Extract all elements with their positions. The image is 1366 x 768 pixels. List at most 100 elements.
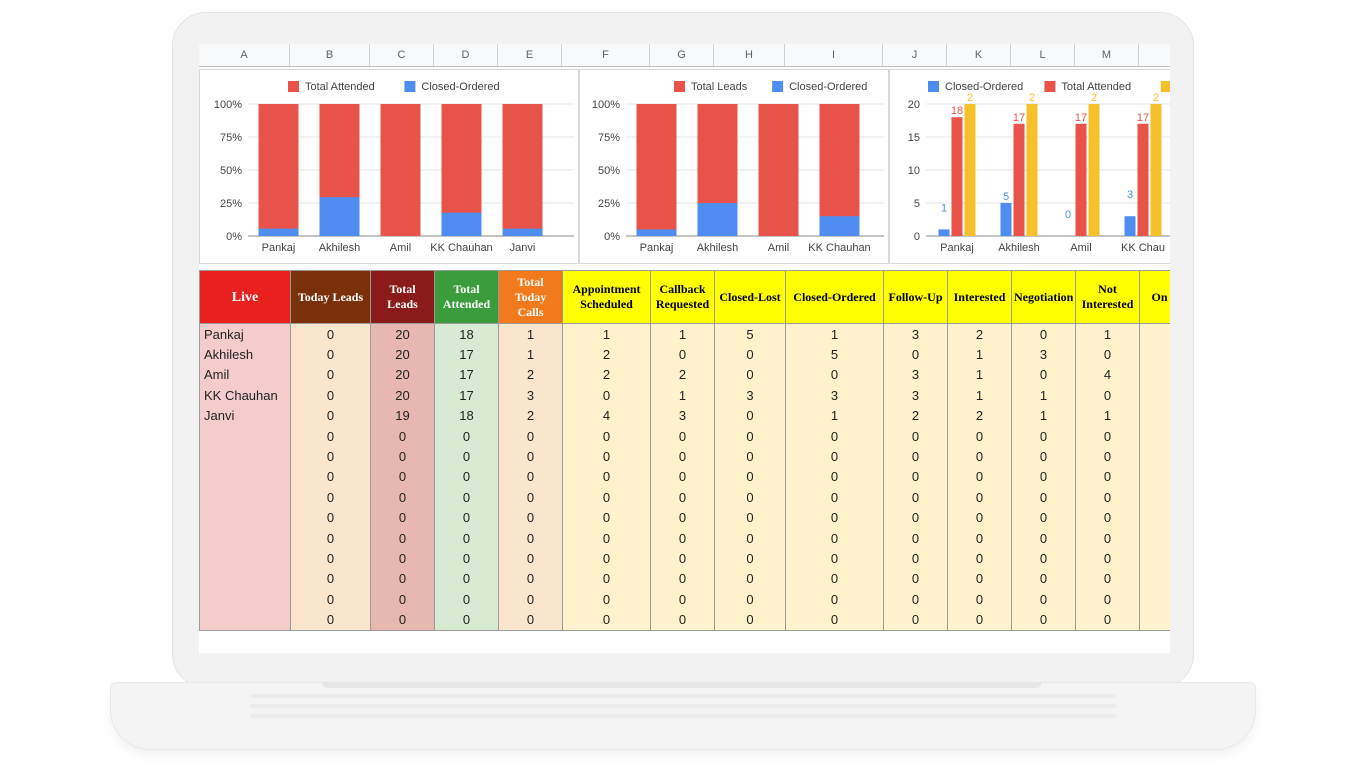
cell-value[interactable]: 1 — [498, 344, 563, 365]
cell-value[interactable]: 1 — [947, 364, 1012, 386]
cell-value[interactable]: 0 — [714, 568, 786, 590]
cell-value[interactable]: 0 — [290, 466, 371, 488]
cell-value[interactable]: 5 — [714, 323, 786, 345]
cell-value[interactable]: 0 — [1075, 487, 1140, 508]
cell-value[interactable]: 0 — [785, 487, 884, 508]
cell-value[interactable]: 18 — [434, 405, 499, 426]
cell-value[interactable]: 2 — [947, 323, 1012, 345]
cell-name[interactable] — [199, 548, 291, 569]
cell-value[interactable]: 0 — [714, 507, 786, 528]
cell-value[interactable] — [1139, 609, 1170, 631]
column-letter[interactable]: D — [434, 44, 498, 66]
header-negotiation[interactable]: Negotiation — [1011, 270, 1076, 324]
column-letter[interactable] — [1139, 44, 1170, 66]
cell-value[interactable]: 0 — [562, 385, 651, 406]
cell-value[interactable]: 1 — [1011, 385, 1076, 406]
cell-value[interactable]: 0 — [434, 548, 499, 569]
cell-value[interactable]: 0 — [1075, 589, 1140, 610]
cell-value[interactable]: 0 — [434, 589, 499, 610]
cell-value[interactable]: 1 — [650, 385, 715, 406]
cell-value[interactable]: 2 — [650, 364, 715, 386]
header-closed-ordered[interactable]: Closed-Ordered — [785, 270, 884, 324]
chart-counts[interactable]: Closed-OrderedTotal Attended220151050118… — [889, 69, 1170, 264]
cell-value[interactable]: 0 — [650, 507, 715, 528]
cell-value[interactable]: 0 — [290, 385, 371, 406]
cell-value[interactable]: 0 — [1011, 364, 1076, 386]
cell-value[interactable]: 2 — [883, 405, 948, 426]
cell-value[interactable]: 0 — [434, 568, 499, 590]
cell-value[interactable]: 0 — [785, 548, 884, 569]
cell-value[interactable]: 0 — [947, 425, 1012, 447]
cell-value[interactable] — [1139, 405, 1170, 426]
cell-value[interactable]: 4 — [562, 405, 651, 426]
cell-value[interactable]: 1 — [947, 385, 1012, 406]
cell-value[interactable]: 3 — [883, 364, 948, 386]
cell-value[interactable]: 0 — [947, 589, 1012, 610]
cell-value[interactable]: 1 — [785, 405, 884, 426]
cell-value[interactable]: 0 — [1011, 466, 1076, 488]
cell-value[interactable]: 0 — [1011, 487, 1076, 508]
column-letter[interactable]: F — [562, 44, 650, 66]
header-on[interactable]: On — [1139, 270, 1170, 324]
cell-value[interactable]: 0 — [434, 487, 499, 508]
cell-value[interactable]: 0 — [785, 568, 884, 590]
cell-value[interactable]: 0 — [883, 344, 948, 365]
cell-value[interactable] — [1139, 507, 1170, 528]
column-letter[interactable]: E — [498, 44, 562, 66]
cell-value[interactable]: 0 — [883, 466, 948, 488]
cell-value[interactable]: 0 — [434, 527, 499, 549]
cell-value[interactable]: 0 — [785, 527, 884, 549]
cell-value[interactable]: 0 — [1011, 446, 1076, 467]
cell-value[interactable]: 0 — [1011, 507, 1076, 528]
header-today-leads[interactable]: Today Leads — [290, 270, 371, 324]
cell-value[interactable]: 1 — [498, 323, 563, 345]
cell-value[interactable]: 0 — [562, 609, 651, 631]
cell-value[interactable]: 20 — [370, 344, 435, 365]
header-closed-lost[interactable]: Closed-Lost — [714, 270, 786, 324]
cell-value[interactable]: 2 — [498, 405, 563, 426]
cell-value[interactable]: 0 — [650, 589, 715, 610]
cell-value[interactable]: 0 — [370, 425, 435, 447]
cell-value[interactable]: 0 — [370, 466, 435, 488]
cell-value[interactable]: 18 — [434, 323, 499, 345]
column-letter[interactable]: H — [714, 44, 785, 66]
cell-value[interactable]: 0 — [434, 466, 499, 488]
cell-value[interactable]: 3 — [714, 385, 786, 406]
cell-value[interactable]: 3 — [650, 405, 715, 426]
cell-value[interactable]: 1 — [1011, 405, 1076, 426]
cell-value[interactable]: 0 — [1011, 548, 1076, 569]
cell-value[interactable]: 0 — [562, 487, 651, 508]
header-not-interested[interactable]: Not Interested — [1075, 270, 1140, 324]
cell-value[interactable] — [1139, 589, 1170, 610]
cell-name[interactable] — [199, 425, 291, 447]
cell-value[interactable]: 0 — [1075, 527, 1140, 549]
header-total-leads[interactable]: Total Leads — [370, 270, 435, 324]
cell-name[interactable] — [199, 446, 291, 467]
header-total-attended[interactable]: Total Attended — [434, 270, 499, 324]
cell-value[interactable]: 0 — [1011, 527, 1076, 549]
cell-value[interactable]: 0 — [370, 568, 435, 590]
cell-value[interactable] — [1139, 323, 1170, 345]
cell-value[interactable]: 0 — [370, 527, 435, 549]
cell-value[interactable]: 0 — [1075, 446, 1140, 467]
cell-value[interactable]: 0 — [290, 527, 371, 549]
cell-value[interactable]: 0 — [290, 323, 371, 345]
cell-value[interactable]: 0 — [370, 487, 435, 508]
chart-attended-vs-closed[interactable]: Total Attended Closed-Ordered 100% 75% 50% 25… — [199, 69, 579, 264]
cell-value[interactable]: 0 — [714, 446, 786, 467]
cell-value[interactable]: 0 — [714, 487, 786, 508]
cell-value[interactable] — [1139, 446, 1170, 467]
cell-value[interactable]: 1 — [650, 323, 715, 345]
cell-value[interactable]: 0 — [947, 487, 1012, 508]
cell-value[interactable]: 0 — [947, 466, 1012, 488]
cell-value[interactable]: 0 — [562, 548, 651, 569]
cell-value[interactable]: 0 — [883, 568, 948, 590]
cell-value[interactable]: 0 — [1075, 507, 1140, 528]
cell-value[interactable]: 0 — [1075, 609, 1140, 631]
cell-value[interactable]: 19 — [370, 405, 435, 426]
cell-value[interactable]: 2 — [947, 405, 1012, 426]
cell-value[interactable]: 0 — [947, 548, 1012, 569]
cell-value[interactable]: 0 — [498, 568, 563, 590]
cell-value[interactable]: 0 — [498, 487, 563, 508]
cell-value[interactable]: 0 — [714, 425, 786, 447]
